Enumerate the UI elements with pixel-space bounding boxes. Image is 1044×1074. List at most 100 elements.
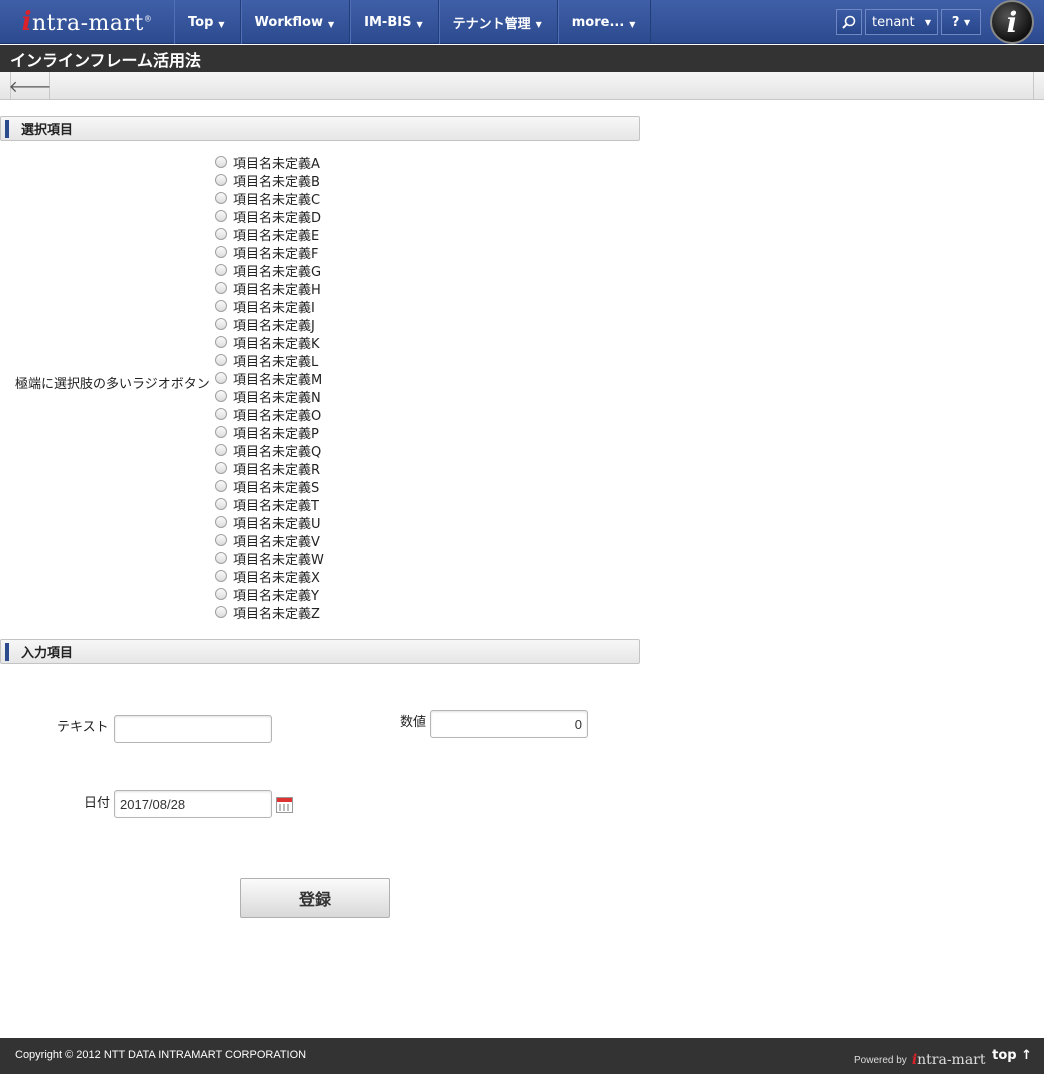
back-button[interactable]: 🡐 — [9, 72, 51, 100]
radio-button[interactable] — [215, 552, 227, 564]
radio-option-label: 項目名未定義E — [233, 228, 320, 244]
radio-option[interactable]: 項目名未定義Z — [215, 603, 324, 622]
radio-button[interactable] — [215, 408, 227, 420]
radio-option[interactable]: 項目名未定義Q — [215, 441, 324, 460]
nav-item-label: テナント管理 — [452, 16, 531, 32]
radio-option-label: 項目名未定義B — [233, 174, 320, 190]
radio-option[interactable]: 項目名未定義H — [215, 279, 324, 298]
radio-button[interactable] — [215, 228, 227, 240]
radio-option[interactable]: 項目名未定義R — [215, 459, 324, 478]
radio-option-label: 項目名未定義F — [233, 246, 319, 262]
radio-option[interactable]: 項目名未定義E — [215, 225, 324, 244]
radio-option[interactable]: 項目名未定義S — [215, 477, 324, 496]
radio-option[interactable]: 項目名未定義A — [215, 153, 324, 172]
radio-option-label: 項目名未定義G — [233, 264, 322, 280]
logo-registered-mark: ® — [143, 14, 153, 24]
radio-option[interactable]: 項目名未定義Y — [215, 585, 324, 604]
radio-button[interactable] — [215, 372, 227, 384]
tenant-dropdown[interactable]: tenant ▼ — [865, 9, 938, 35]
radio-option[interactable]: 項目名未定義N — [215, 387, 324, 406]
back-to-top-link[interactable]: top ↑ — [992, 1048, 1032, 1063]
radio-option-label: 項目名未定義N — [233, 390, 321, 406]
section-header-selection: 選択項目 — [0, 116, 640, 141]
section-header-input: 入力項目 — [0, 639, 640, 664]
search-button[interactable] — [836, 9, 862, 35]
radio-button[interactable] — [215, 192, 227, 204]
radio-button[interactable] — [215, 336, 227, 348]
radio-button[interactable] — [215, 264, 227, 276]
radio-option[interactable]: 項目名未定義G — [215, 261, 324, 280]
radio-group: 項目名未定義A 項目名未定義B 項目名未定義C 項目名未定義D 項目名未定義E … — [215, 153, 324, 622]
radio-button[interactable] — [215, 174, 227, 186]
radio-button[interactable] — [215, 246, 227, 258]
nav-item-more[interactable]: more... ▼ — [557, 0, 652, 44]
date-input[interactable] — [114, 790, 272, 818]
register-button[interactable]: 登録 — [240, 878, 390, 918]
radio-button[interactable] — [215, 156, 227, 168]
radio-button[interactable] — [215, 426, 227, 438]
radio-option[interactable]: 項目名未定義D — [215, 207, 324, 226]
radio-option[interactable]: 項目名未定義T — [215, 495, 324, 514]
user-avatar[interactable]: i — [990, 0, 1034, 44]
text-field-label: テキスト — [57, 720, 109, 735]
radio-button[interactable] — [215, 480, 227, 492]
radio-option-label: 項目名未定義A — [233, 156, 320, 172]
radio-button[interactable] — [215, 498, 227, 510]
radio-button[interactable] — [215, 318, 227, 330]
nav-item-im-bis[interactable]: IM-BIS ▼ — [350, 0, 439, 44]
radio-button[interactable] — [215, 462, 227, 474]
radio-option[interactable]: 項目名未定義U — [215, 513, 324, 532]
nav-item-label: more... — [571, 14, 625, 30]
radio-button[interactable] — [215, 588, 227, 600]
radio-option[interactable]: 項目名未定義K — [215, 333, 324, 352]
tenant-label: tenant — [872, 14, 915, 30]
radio-option[interactable]: 項目名未定義O — [215, 405, 324, 424]
radio-option[interactable]: 項目名未定義M — [215, 369, 324, 388]
radio-option-label: 項目名未定義T — [233, 498, 319, 514]
nav-item-tenant-admin[interactable]: テナント管理 ▼ — [438, 0, 558, 44]
radio-option-label: 項目名未定義M — [233, 372, 323, 388]
help-dropdown[interactable]: ? ▼ — [941, 9, 981, 35]
radio-button[interactable] — [215, 210, 227, 222]
radio-button[interactable] — [215, 516, 227, 528]
radio-option[interactable]: 項目名未定義B — [215, 171, 324, 190]
calendar-icon[interactable] — [276, 797, 293, 813]
chevron-down-icon: ▼ — [535, 19, 542, 29]
radio-button[interactable] — [215, 534, 227, 546]
avatar-mark: i — [1006, 5, 1018, 39]
number-input[interactable] — [430, 710, 588, 738]
radio-button[interactable] — [215, 606, 227, 618]
radio-option-label: 項目名未定義U — [233, 516, 321, 532]
logo-mark: i — [21, 7, 32, 37]
radio-option[interactable]: 項目名未定義V — [215, 531, 324, 550]
radio-option[interactable]: 項目名未定義F — [215, 243, 324, 262]
radio-option-label: 項目名未定義J — [233, 318, 315, 334]
text-input[interactable] — [114, 715, 272, 743]
nav-item-workflow[interactable]: Workflow ▼ — [240, 0, 351, 44]
radio-option-label: 項目名未定義I — [233, 300, 315, 316]
radio-option[interactable]: 項目名未定義W — [215, 549, 324, 568]
page-title: インラインフレーム活用法 — [0, 45, 1044, 72]
radio-option[interactable]: 項目名未定義J — [215, 315, 324, 334]
radio-option[interactable]: 項目名未定義X — [215, 567, 324, 586]
radio-button[interactable] — [215, 282, 227, 294]
chevron-down-icon: ▼ — [218, 19, 225, 29]
radio-option-label: 項目名未定義H — [233, 282, 321, 298]
powered-by: Powered by intra-mart — [854, 1052, 986, 1068]
intra-mart-logo[interactable]: intra-mart® — [0, 0, 174, 44]
nav-item-top[interactable]: Top ▼ — [174, 0, 241, 44]
radio-option-label: 項目名未定義Y — [233, 588, 319, 604]
radio-option[interactable]: 項目名未定義I — [215, 297, 324, 316]
powered-by-label: Powered by — [854, 1054, 907, 1066]
radio-option[interactable]: 項目名未定義P — [215, 423, 324, 442]
radio-option[interactable]: 項目名未定義L — [215, 351, 324, 370]
radio-button[interactable] — [215, 354, 227, 366]
radio-option[interactable]: 項目名未定義C — [215, 189, 324, 208]
radio-button[interactable] — [215, 390, 227, 402]
radio-button[interactable] — [215, 444, 227, 456]
radio-button[interactable] — [215, 300, 227, 312]
page-toolbar: 🡐 — [0, 72, 1044, 100]
search-icon — [842, 15, 856, 29]
radio-button[interactable] — [215, 570, 227, 582]
radio-option-label: 項目名未定義S — [233, 480, 320, 496]
